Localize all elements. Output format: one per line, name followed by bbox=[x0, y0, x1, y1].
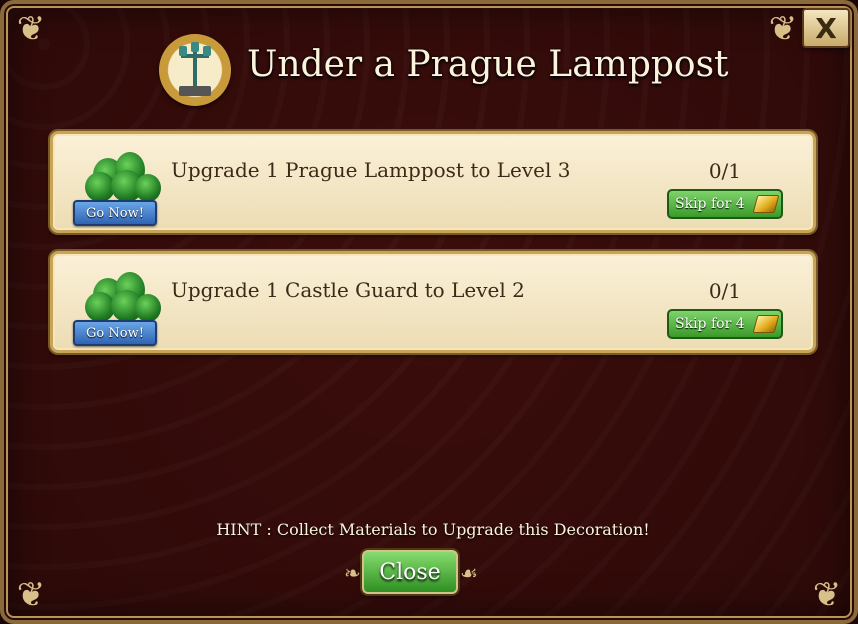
gold-bar-icon bbox=[752, 315, 780, 333]
ornament-corner-icon: ❦ bbox=[768, 9, 798, 49]
scroll-ornament-icon: ☙ bbox=[460, 561, 478, 585]
ornament-corner-icon: ❦ bbox=[812, 575, 842, 615]
hint-text: HINT : Collect Materials to Upgrade this… bbox=[216, 520, 650, 539]
gold-bar-icon bbox=[752, 195, 780, 213]
quest-row: Go Now! Upgrade 1 Castle Guard to Level … bbox=[50, 251, 816, 353]
skip-label: Skip for 4 bbox=[675, 316, 745, 332]
lamppost-medallion-icon bbox=[159, 34, 231, 106]
lamppost-icon bbox=[175, 42, 215, 98]
go-now-button[interactable]: Go Now! bbox=[73, 320, 157, 346]
quest-row: Go Now! Upgrade 1 Prague Lamppost to Lev… bbox=[50, 131, 816, 233]
dialog-title: Under a Prague Lamppost bbox=[247, 44, 729, 85]
ornament-corner-icon: ❦ bbox=[16, 9, 46, 49]
quest-progress: 0/1 bbox=[708, 279, 741, 303]
go-now-button[interactable]: Go Now! bbox=[73, 200, 157, 226]
skip-button[interactable]: Skip for 4 bbox=[667, 189, 783, 219]
quest-description: Upgrade 1 Castle Guard to Level 2 bbox=[171, 278, 525, 302]
quest-description: Upgrade 1 Prague Lamppost to Level 3 bbox=[171, 158, 571, 182]
close-button[interactable]: Close bbox=[362, 550, 458, 594]
skip-label: Skip for 4 bbox=[675, 196, 745, 212]
close-icon[interactable]: X bbox=[802, 8, 850, 48]
scroll-ornament-icon: ❧ bbox=[344, 561, 361, 585]
ornament-corner-icon: ❦ bbox=[16, 575, 46, 615]
quest-dialog: ❦ ❦ ❦ ❦ X Under a Prague Lamppost Go Now… bbox=[0, 0, 858, 624]
skip-button[interactable]: Skip for 4 bbox=[667, 309, 783, 339]
quest-progress: 0/1 bbox=[708, 159, 741, 183]
